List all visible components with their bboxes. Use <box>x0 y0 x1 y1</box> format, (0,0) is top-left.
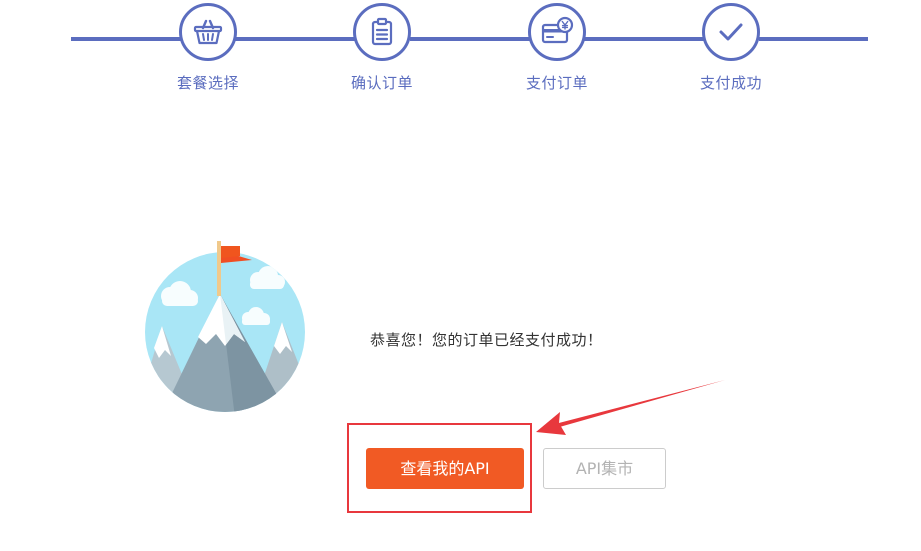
step-label: 支付成功 <box>699 74 762 92</box>
checkmark-icon <box>719 23 743 41</box>
step-label: 确认订单 <box>350 74 413 92</box>
success-message: 恭喜您！您的订单已经支付成功！ <box>370 331 603 349</box>
step-label: 套餐选择 <box>176 74 239 92</box>
step-circle <box>353 3 411 61</box>
step-circle <box>702 3 760 61</box>
payment-success-page: 套餐选择 确认订单 支付订单 支付成功 恭喜您！您的订单已经支付成功！ 查看我的… <box>0 0 921 551</box>
credit-card-icon <box>541 16 574 44</box>
api-market-button[interactable]: API集市 <box>543 448 666 489</box>
step-package-selection: 套餐选择 <box>148 3 268 92</box>
step-pay-order: 支付订单 <box>497 3 617 92</box>
step-circle <box>179 3 237 61</box>
step-payment-success: 支付成功 <box>671 3 791 92</box>
mountain-flag-icon <box>145 241 305 412</box>
step-confirm-order: 确认订单 <box>322 3 442 92</box>
basket-icon <box>193 19 223 45</box>
view-my-api-button[interactable]: 查看我的API <box>366 448 524 489</box>
clipboard-icon <box>371 17 393 46</box>
order-progress-stepper: 套餐选择 确认订单 支付订单 支付成功 <box>0 0 921 110</box>
step-circle <box>528 3 586 61</box>
step-label: 支付订单 <box>525 74 588 92</box>
